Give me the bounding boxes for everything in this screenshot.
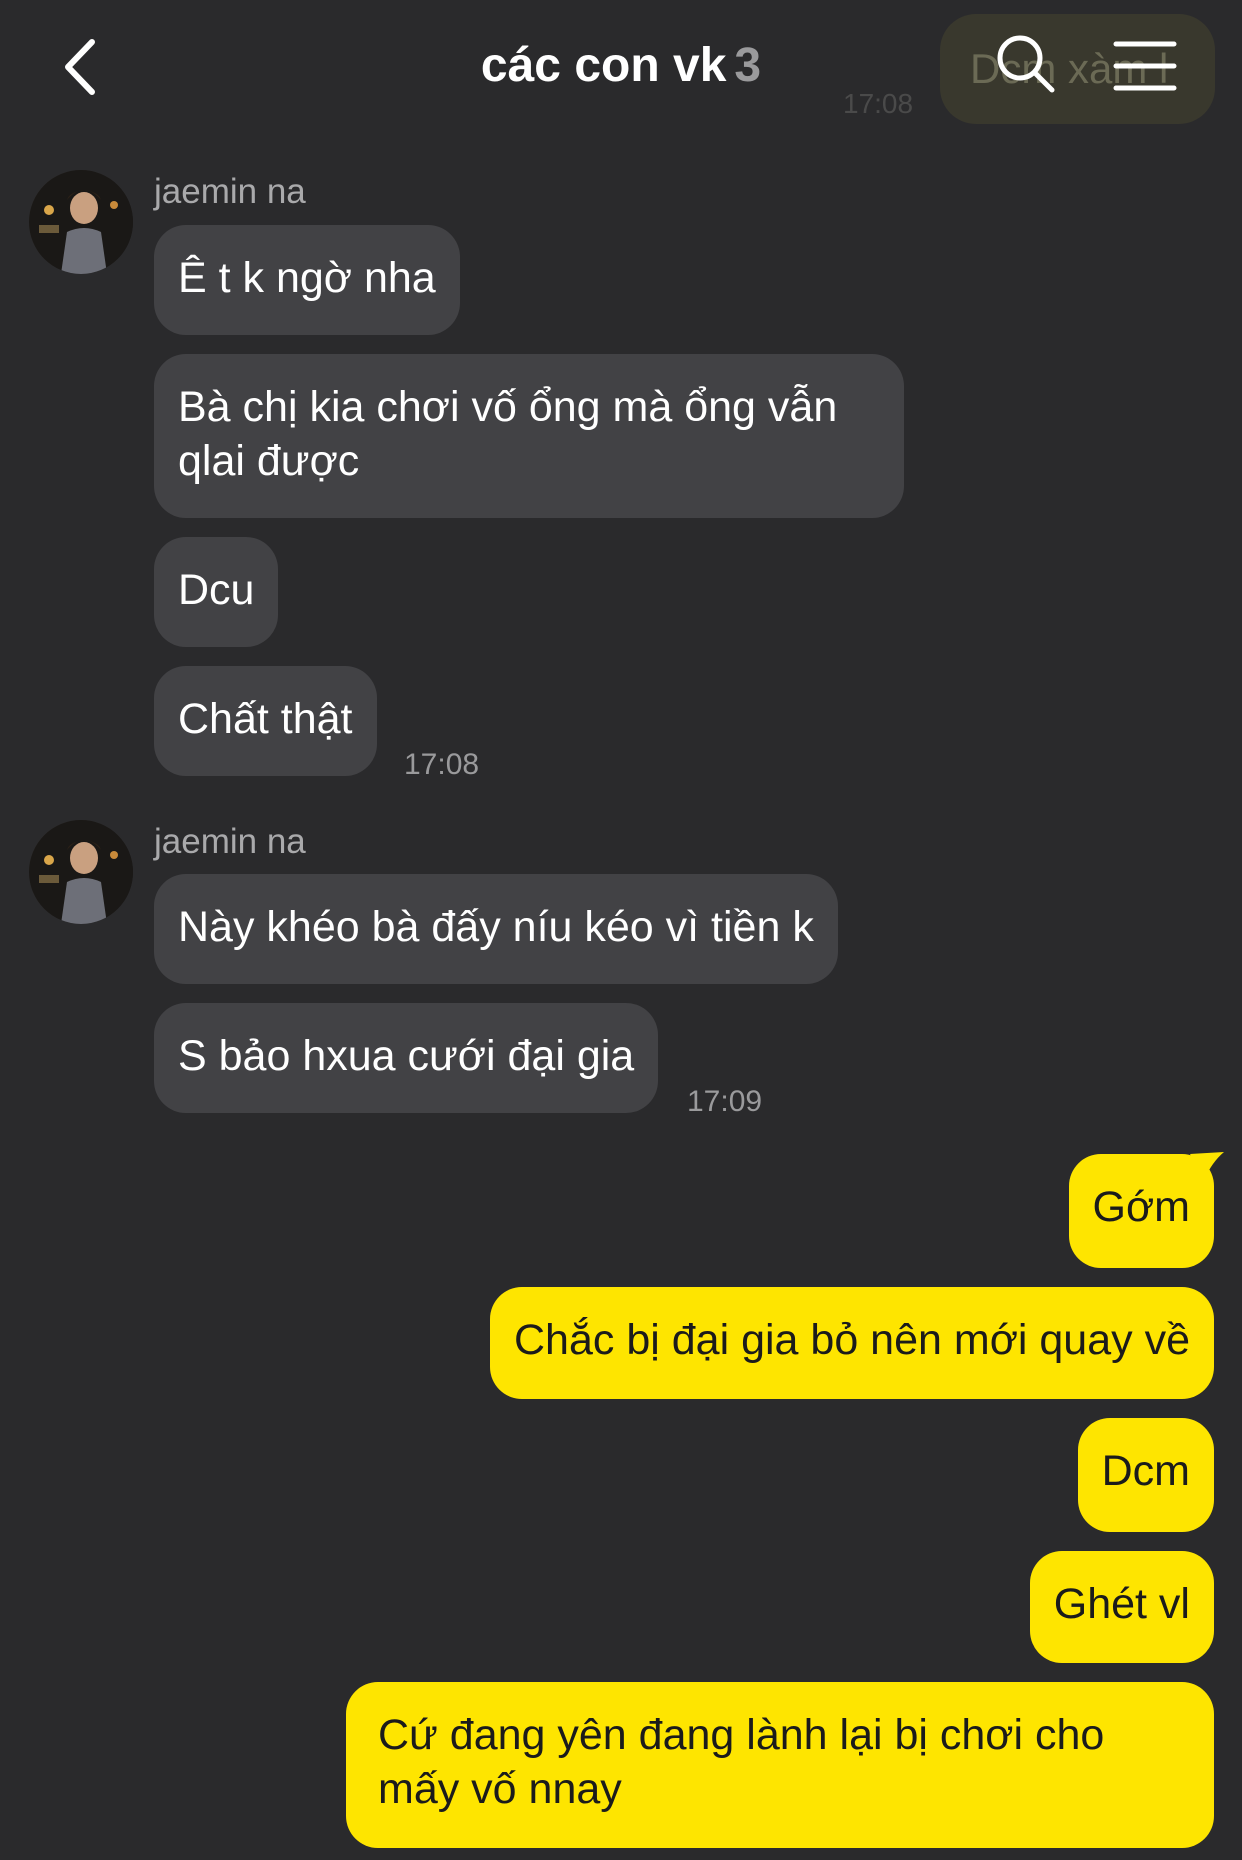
message-bubble[interactable]: Này khéo bà đấy níu kéo vì tiền k xyxy=(154,874,838,984)
avatar-photo xyxy=(29,170,133,274)
sender-avatar[interactable] xyxy=(29,170,133,274)
chat-header: Dcm xàm l 17:08 các con vk 3 xyxy=(0,0,1242,135)
menu-icon xyxy=(1113,41,1177,91)
message-time: 17:08 xyxy=(404,748,480,781)
bubble-tail xyxy=(1190,1152,1224,1180)
menu-button[interactable] xyxy=(1112,38,1178,94)
message-time: 17:09 xyxy=(687,1085,763,1118)
my-message-bubble[interactable]: Chắc bị đại gia bỏ nên mới quay về xyxy=(490,1287,1214,1399)
my-message-bubble[interactable]: Cứ đang yên đang lành lại bị chơi cho mấ… xyxy=(346,1682,1214,1848)
member-count: 3 xyxy=(734,39,762,92)
message-bubble[interactable]: Bà chị kia chơi vố ổng mà ổng vẫn qlai đ… xyxy=(154,354,904,518)
my-message-bubble[interactable]: Dcm xyxy=(1077,1418,1214,1532)
message-bubble[interactable]: S bảo hxua cưới đại gia xyxy=(154,1003,659,1113)
search-button[interactable] xyxy=(992,30,1058,96)
message-bubble[interactable]: Chất thật xyxy=(154,666,377,776)
message-bubble[interactable]: Ê t k ngờ nha xyxy=(154,225,460,335)
sender-name: jaemin na xyxy=(154,172,306,211)
my-message-bubble[interactable]: Ghét vl xyxy=(1029,1551,1214,1663)
search-icon xyxy=(997,35,1055,93)
message-bubble[interactable]: Dcu xyxy=(154,537,279,647)
sender-name: jaemin na xyxy=(154,822,306,861)
avatar-photo xyxy=(29,820,133,924)
chat-name: các con vk xyxy=(480,39,727,92)
sender-avatar[interactable] xyxy=(29,820,133,924)
